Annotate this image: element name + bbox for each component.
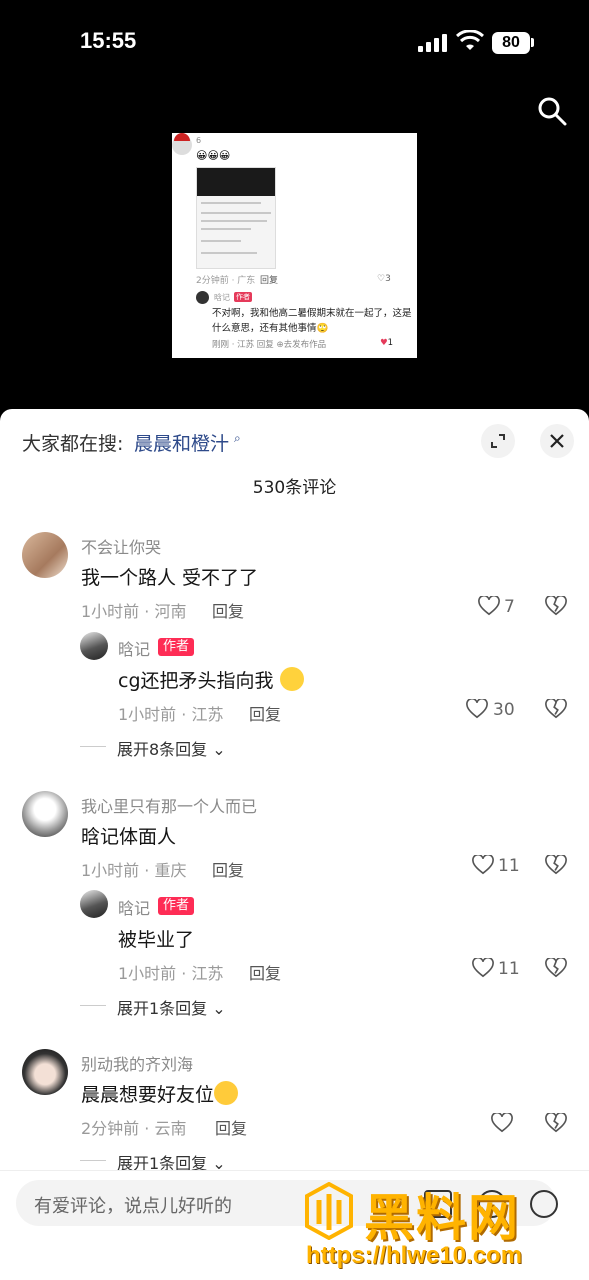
dislike-button[interactable] — [545, 594, 567, 620]
heart-icon — [491, 1111, 513, 1133]
author-badge: 作者 — [158, 638, 195, 656]
expand-button[interactable] — [481, 424, 515, 458]
comment-meta: 1小时前 · 重庆 — [81, 861, 187, 880]
preview-reply-meta: 刚刚 · 江苏 回复 ⊕去发布作品 — [212, 340, 327, 350]
like-button[interactable] — [466, 697, 488, 723]
santa-hat-icon — [174, 133, 190, 141]
author-badge: 作者 — [158, 897, 195, 915]
reply-username[interactable]: 晗记 — [118, 895, 150, 919]
divider — [80, 1005, 106, 1006]
reply-text: cg还把矛头指向我 — [118, 666, 304, 693]
preview-reply-avatar — [196, 291, 209, 304]
avatar[interactable] — [80, 632, 108, 660]
comment-meta: 2分钟前 · 云南 — [81, 1119, 187, 1138]
like-button[interactable] — [478, 594, 500, 620]
comment-username[interactable]: 我心里只有那一个人而已 — [81, 793, 257, 817]
like-button[interactable] — [472, 956, 494, 982]
battery-indicator: 80 — [492, 32, 530, 54]
battery-tip — [531, 38, 534, 47]
collapse-expand-icon — [491, 434, 505, 448]
comment-meta: 1小时前 · 河南 — [81, 602, 187, 621]
dislike-button[interactable] — [545, 956, 567, 982]
embedded-phone-screenshot — [196, 167, 276, 269]
search-icon[interactable] — [537, 96, 567, 126]
wifi-icon — [456, 30, 484, 50]
eye-roll-emoji — [279, 667, 304, 691]
close-icon — [550, 434, 564, 448]
emoji-icon[interactable] — [530, 1190, 558, 1218]
reply-button[interactable]: 回复 — [249, 701, 281, 725]
divider — [0, 1170, 589, 1171]
broken-heart-icon — [545, 594, 567, 616]
like-count: 7 — [504, 597, 515, 617]
avatar[interactable] — [22, 532, 68, 578]
heart-icon — [478, 594, 500, 616]
expand-replies[interactable]: 展开8条回复 ⌄ — [117, 736, 226, 760]
preview-likes: ♡3 — [377, 274, 391, 284]
heart-icon — [466, 697, 488, 719]
broken-heart-icon — [545, 697, 567, 719]
divider — [80, 746, 106, 747]
broken-heart-icon — [545, 1111, 567, 1133]
reply-meta: 1小时前 · 江苏 — [118, 705, 224, 724]
hot-search-term[interactable]: 晨晨和橙汁 — [134, 429, 229, 456]
like-button[interactable] — [491, 1111, 513, 1137]
reply-button[interactable]: 回复 — [249, 960, 281, 984]
search-small-icon: ⌕ — [234, 431, 241, 445]
like-button[interactable] — [472, 853, 494, 879]
reply-meta: 1小时前 · 江苏 — [118, 964, 224, 983]
watermark-text: 黑料网 — [364, 1189, 520, 1247]
signal-icon — [418, 34, 448, 52]
dislike-button[interactable] — [545, 1111, 567, 1137]
comment-count: 530条评论 — [252, 478, 337, 498]
reply-button[interactable]: 回复 — [215, 1115, 247, 1139]
video-screenshot[interactable]: 6 😀😀😀 2分钟前 · 广东 回复 ♡3 晗记 作者 不对啊，我和他高二暑假期… — [172, 133, 417, 358]
preview-emoji: 😀😀😀 — [196, 149, 231, 162]
dislike-button[interactable] — [545, 853, 567, 879]
comment-input-placeholder[interactable]: 有爱评论，说点儿好听的 — [34, 1192, 232, 1218]
like-count: 11 — [498, 959, 520, 979]
comment-text: 晨晨想要好友位 — [81, 1080, 239, 1107]
avatar[interactable] — [22, 1049, 68, 1095]
like-count: 30 — [493, 700, 515, 720]
reply-button[interactable]: 回复 — [212, 598, 244, 622]
avatar[interactable] — [22, 791, 68, 837]
heart-icon — [472, 956, 494, 978]
hot-search-label: 大家都在搜: — [22, 433, 124, 455]
comment-username[interactable]: 不会让你哭 — [81, 534, 161, 558]
divider — [80, 1160, 106, 1161]
status-time: 15:55 — [80, 28, 137, 53]
reply-text: 被毕业了 — [118, 929, 195, 951]
avatar[interactable] — [80, 890, 108, 918]
comment-text: 我一个路人 受不了了 — [81, 567, 259, 589]
preview-reply: 回复 — [260, 276, 279, 286]
reply-username[interactable]: 晗记 — [118, 636, 150, 660]
broken-heart-icon — [545, 853, 567, 875]
preview-author-badge: 作者 — [234, 292, 252, 302]
watermark-url: https://hlwe10.com — [306, 1242, 523, 1269]
like-count: 11 — [498, 856, 520, 876]
preview-username: 6 — [196, 136, 202, 145]
watermark-logo — [305, 1182, 353, 1240]
comment-text: 晗记体面人 — [81, 826, 177, 848]
broken-heart-icon — [545, 956, 567, 978]
heart-icon — [472, 853, 494, 875]
close-button[interactable] — [540, 424, 574, 458]
preview-reply-user: 晗记 — [214, 293, 230, 302]
comment-username[interactable]: 别动我的齐刘海 — [81, 1051, 193, 1075]
reply-button[interactable]: 回复 — [212, 857, 244, 881]
expand-replies[interactable]: 展开1条回复 ⌄ — [117, 995, 226, 1019]
preview-reply-text: 不对啊，我和他高二暑假期末就在一起了，这是什么意思，还有其他事情🙄 — [212, 308, 412, 334]
crying-emoji — [214, 1081, 239, 1105]
dislike-button[interactable] — [545, 697, 567, 723]
preview-meta: 2分钟前 · 广东 — [196, 276, 256, 286]
preview-reply-likes: ♥1 — [380, 338, 394, 348]
